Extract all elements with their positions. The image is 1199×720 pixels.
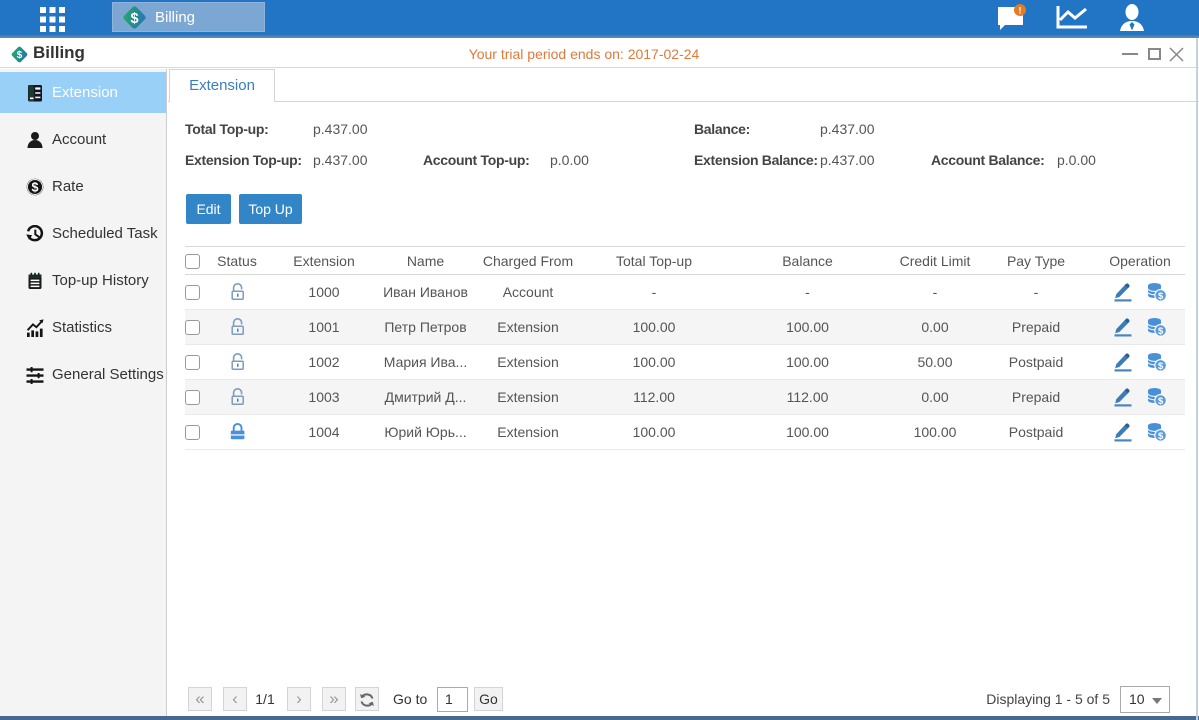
- svg-text:$: $: [32, 181, 39, 195]
- svg-text:$: $: [1158, 326, 1164, 337]
- svg-text:$: $: [130, 10, 138, 26]
- svg-text:$: $: [1158, 431, 1164, 442]
- svg-text:$: $: [1158, 396, 1164, 407]
- svg-text:$: $: [1158, 361, 1164, 372]
- svg-text:$: $: [1158, 291, 1164, 302]
- svg-text:!: !: [1019, 6, 1022, 16]
